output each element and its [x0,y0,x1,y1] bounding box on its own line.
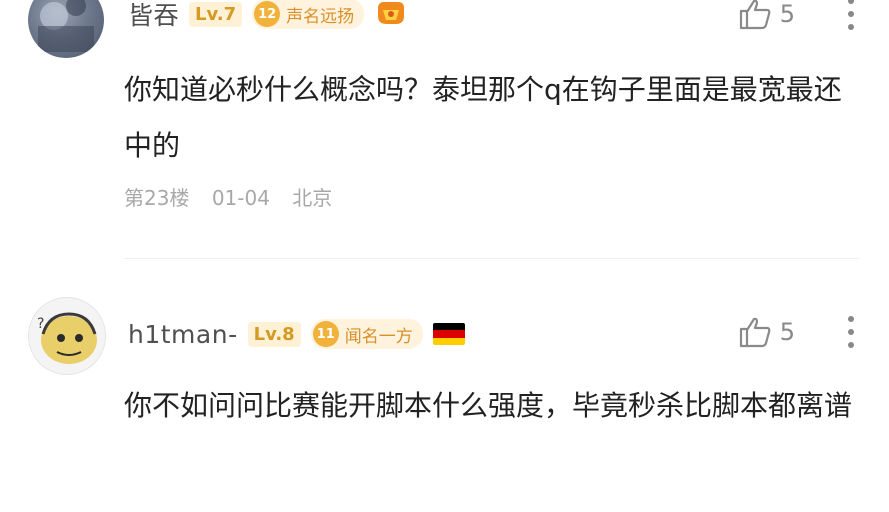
fan-badge-number: 11 [312,321,339,347]
comment-actions: 5 [738,314,861,350]
avatar[interactable]: ? [28,297,106,375]
level-badge: Lv.8 [247,321,301,347]
germany-flag-icon [432,323,465,345]
comment-date: 01-04 [211,186,270,210]
more-vertical-icon [848,0,854,30]
like-count: 5 [779,0,795,28]
fan-badge-title: 声名远扬 [286,6,355,27]
more-options-button[interactable] [841,0,861,32]
comment-location: 北京 [292,186,333,210]
username[interactable]: 皆吞 [128,0,179,32]
comment-item: ? h1tman- Lv.8 11 闻名一方 5 你不如问问比赛能开脚本什么强度… [0,292,889,512]
fan-badge-number: 12 [254,1,281,27]
fan-badge[interactable]: 12 声名远扬 [252,0,365,29]
avatar-image-icon [38,0,94,52]
thumbs-up-icon [739,0,771,30]
like-count: 5 [779,318,795,346]
avatar-image-icon: ? [37,312,97,364]
comment-header: 皆吞 Lv.7 12 声名远扬 [128,0,408,34]
comment-text: 你知道必秒什么概念吗？泰坦那个q在钩子里面是最宽最还中的 [124,73,842,162]
comment-text: 你不如问问比赛能开脚本什么强度，毕竟秒杀比脚本都离谱 [124,389,853,422]
like-button[interactable]: 5 [738,316,795,348]
svg-text:?: ? [37,316,44,332]
comment-meta: 第23楼 01-04 北京 [124,182,348,211]
floor-number: 第23楼 [124,186,190,210]
comment-header: h1tman- Lv.8 11 闻名一方 [128,314,465,354]
more-options-button[interactable] [841,314,861,350]
thumbs-up-icon [739,317,771,348]
fan-badge-title: 闻名一方 [344,326,413,347]
level-badge: Lv.7 [189,1,243,27]
avatar[interactable] [28,0,104,58]
fan-badge[interactable]: 11 闻名一方 [310,319,423,349]
comment-item: 皆吞 Lv.7 12 声名远扬 5 你知道必秒什么概念吗？泰坦那个q在钩子里面是… [0,0,889,242]
comment-actions: 5 [738,0,861,32]
comment-divider [124,258,859,259]
username[interactable]: h1tman- [128,320,238,349]
game-emblem-icon [374,0,408,30]
like-button[interactable]: 5 [738,0,795,30]
more-vertical-icon [848,316,854,348]
